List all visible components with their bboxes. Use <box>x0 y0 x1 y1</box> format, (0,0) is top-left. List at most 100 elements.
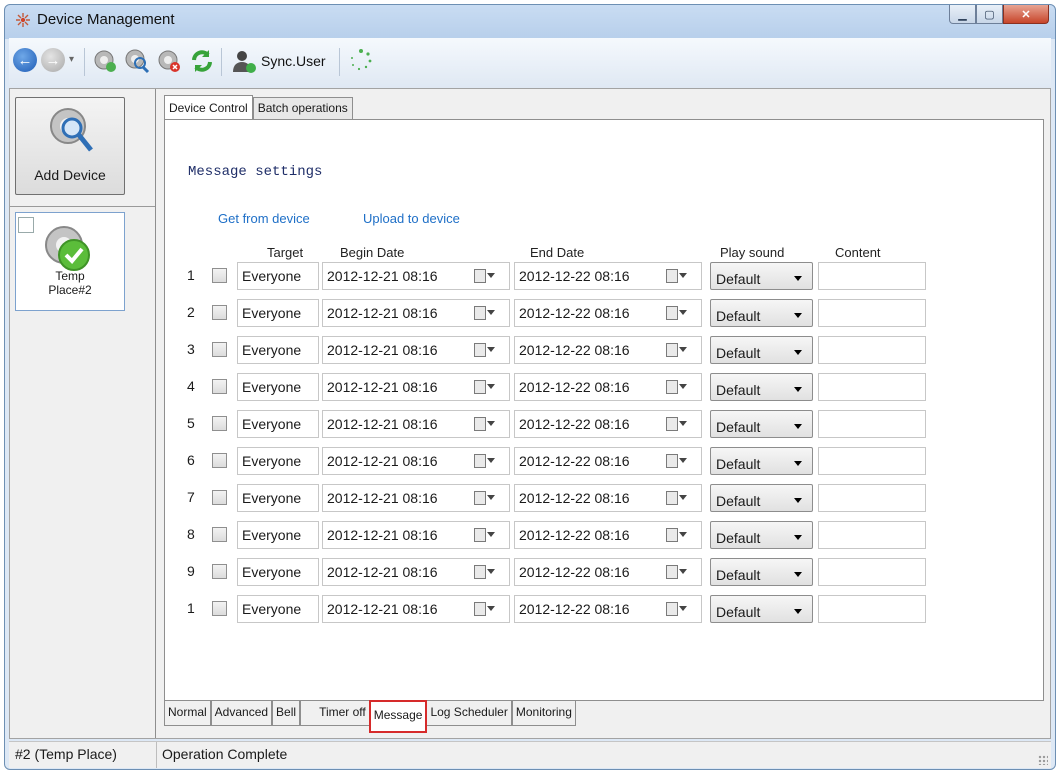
row-enable-checkbox[interactable] <box>212 305 227 320</box>
end-date-picker[interactable]: 2012-12-22 08:16 <box>514 336 702 364</box>
calendar-dropdown-icon[interactable] <box>666 491 688 505</box>
begin-date-picker[interactable]: 2012-12-21 08:16 <box>322 521 510 549</box>
begin-date-picker[interactable]: 2012-12-21 08:16 <box>322 336 510 364</box>
play-sound-select[interactable]: Default <box>710 336 813 364</box>
calendar-dropdown-icon[interactable] <box>474 306 496 320</box>
play-sound-select[interactable]: Default <box>710 262 813 290</box>
target-field[interactable]: Everyone <box>237 336 319 364</box>
row-enable-checkbox[interactable] <box>212 342 227 357</box>
row-enable-checkbox[interactable] <box>212 416 227 431</box>
begin-date-picker[interactable]: 2012-12-21 08:16 <box>322 299 510 327</box>
calendar-dropdown-icon[interactable] <box>666 269 688 283</box>
upload-to-device-link[interactable]: Upload to device <box>363 211 460 226</box>
target-field[interactable]: Everyone <box>237 410 319 438</box>
calendar-dropdown-icon[interactable] <box>666 565 688 579</box>
get-from-device-link[interactable]: Get from device <box>218 211 310 226</box>
end-date-picker[interactable]: 2012-12-22 08:16 <box>514 595 702 623</box>
gear-search-icon[interactable] <box>124 48 150 74</box>
end-date-picker[interactable]: 2012-12-22 08:16 <box>514 521 702 549</box>
row-enable-checkbox[interactable] <box>212 268 227 283</box>
calendar-dropdown-icon[interactable] <box>474 565 496 579</box>
target-field[interactable]: Everyone <box>237 447 319 475</box>
end-date-picker[interactable]: 2012-12-22 08:16 <box>514 299 702 327</box>
calendar-dropdown-icon[interactable] <box>666 454 688 468</box>
end-date-picker[interactable]: 2012-12-22 08:16 <box>514 262 702 290</box>
begin-date-picker[interactable]: 2012-12-21 08:16 <box>322 558 510 586</box>
content-input[interactable] <box>818 447 926 475</box>
tab-batch-operations[interactable]: Batch operations <box>252 97 353 120</box>
refresh-icon[interactable] <box>189 48 215 74</box>
tab-bell[interactable]: Bell <box>272 701 301 726</box>
row-enable-checkbox[interactable] <box>212 527 227 542</box>
content-input[interactable] <box>818 299 926 327</box>
calendar-dropdown-icon[interactable] <box>666 306 688 320</box>
minimize-button[interactable]: ▁ <box>949 5 976 24</box>
calendar-dropdown-icon[interactable] <box>474 343 496 357</box>
play-sound-select[interactable]: Default <box>710 447 813 475</box>
row-enable-checkbox[interactable] <box>212 601 227 616</box>
calendar-dropdown-icon[interactable] <box>474 528 496 542</box>
gear-connect-icon[interactable] <box>92 48 118 74</box>
begin-date-picker[interactable]: 2012-12-21 08:16 <box>322 484 510 512</box>
content-input[interactable] <box>818 595 926 623</box>
calendar-dropdown-icon[interactable] <box>666 602 688 616</box>
row-enable-checkbox[interactable] <box>212 490 227 505</box>
history-dropdown-icon[interactable]: ▾ <box>69 54 74 65</box>
play-sound-select[interactable]: Default <box>710 410 813 438</box>
add-device-button[interactable]: Add Device <box>15 97 125 195</box>
sync-user-button[interactable]: Sync.User <box>261 53 326 69</box>
calendar-dropdown-icon[interactable] <box>474 454 496 468</box>
tab-monitoring[interactable]: Monitoring <box>511 701 576 726</box>
row-enable-checkbox[interactable] <box>212 453 227 468</box>
target-field[interactable]: Everyone <box>237 373 319 401</box>
sync-user-icon[interactable] <box>231 48 257 74</box>
back-button[interactable]: ← <box>13 48 37 72</box>
target-field[interactable]: Everyone <box>237 521 319 549</box>
forward-button[interactable]: → <box>41 48 65 72</box>
content-input[interactable] <box>818 336 926 364</box>
calendar-dropdown-icon[interactable] <box>474 491 496 505</box>
target-field[interactable]: Everyone <box>237 558 319 586</box>
calendar-dropdown-icon[interactable] <box>666 343 688 357</box>
content-input[interactable] <box>818 410 926 438</box>
resize-grip[interactable] <box>1038 755 1048 765</box>
begin-date-picker[interactable]: 2012-12-21 08:16 <box>322 447 510 475</box>
gear-delete-icon[interactable] <box>156 48 182 74</box>
target-field[interactable]: Everyone <box>237 262 319 290</box>
end-date-picker[interactable]: 2012-12-22 08:16 <box>514 410 702 438</box>
play-sound-select[interactable]: Default <box>710 595 813 623</box>
end-date-picker[interactable]: 2012-12-22 08:16 <box>514 373 702 401</box>
calendar-dropdown-icon[interactable] <box>474 380 496 394</box>
tab-advanced[interactable]: Advanced <box>210 701 273 726</box>
target-field[interactable]: Everyone <box>237 299 319 327</box>
content-input[interactable] <box>818 262 926 290</box>
play-sound-select[interactable]: Default <box>710 373 813 401</box>
begin-date-picker[interactable]: 2012-12-21 08:16 <box>322 373 510 401</box>
tab-timer-off[interactable]: Timer off <box>300 701 370 726</box>
content-input[interactable] <box>818 558 926 586</box>
calendar-dropdown-icon[interactable] <box>666 417 688 431</box>
maximize-button[interactable]: ▢ <box>976 5 1003 24</box>
target-field[interactable]: Everyone <box>237 595 319 623</box>
play-sound-select[interactable]: Default <box>710 521 813 549</box>
play-sound-select[interactable]: Default <box>710 558 813 586</box>
begin-date-picker[interactable]: 2012-12-21 08:16 <box>322 595 510 623</box>
calendar-dropdown-icon[interactable] <box>474 417 496 431</box>
calendar-dropdown-icon[interactable] <box>666 380 688 394</box>
content-input[interactable] <box>818 521 926 549</box>
calendar-dropdown-icon[interactable] <box>474 269 496 283</box>
tab-device-control[interactable]: Device Control <box>164 95 253 122</box>
close-button[interactable]: ✕ <box>1003 5 1049 24</box>
tab-message[interactable]: Message <box>368 700 428 733</box>
play-sound-select[interactable]: Default <box>710 299 813 327</box>
device-checkbox[interactable] <box>18 217 34 233</box>
begin-date-picker[interactable]: 2012-12-21 08:16 <box>322 410 510 438</box>
calendar-dropdown-icon[interactable] <box>666 528 688 542</box>
row-enable-checkbox[interactable] <box>212 379 227 394</box>
calendar-dropdown-icon[interactable] <box>474 602 496 616</box>
row-enable-checkbox[interactable] <box>212 564 227 579</box>
end-date-picker[interactable]: 2012-12-22 08:16 <box>514 558 702 586</box>
target-field[interactable]: Everyone <box>237 484 319 512</box>
content-input[interactable] <box>818 373 926 401</box>
play-sound-select[interactable]: Default <box>710 484 813 512</box>
